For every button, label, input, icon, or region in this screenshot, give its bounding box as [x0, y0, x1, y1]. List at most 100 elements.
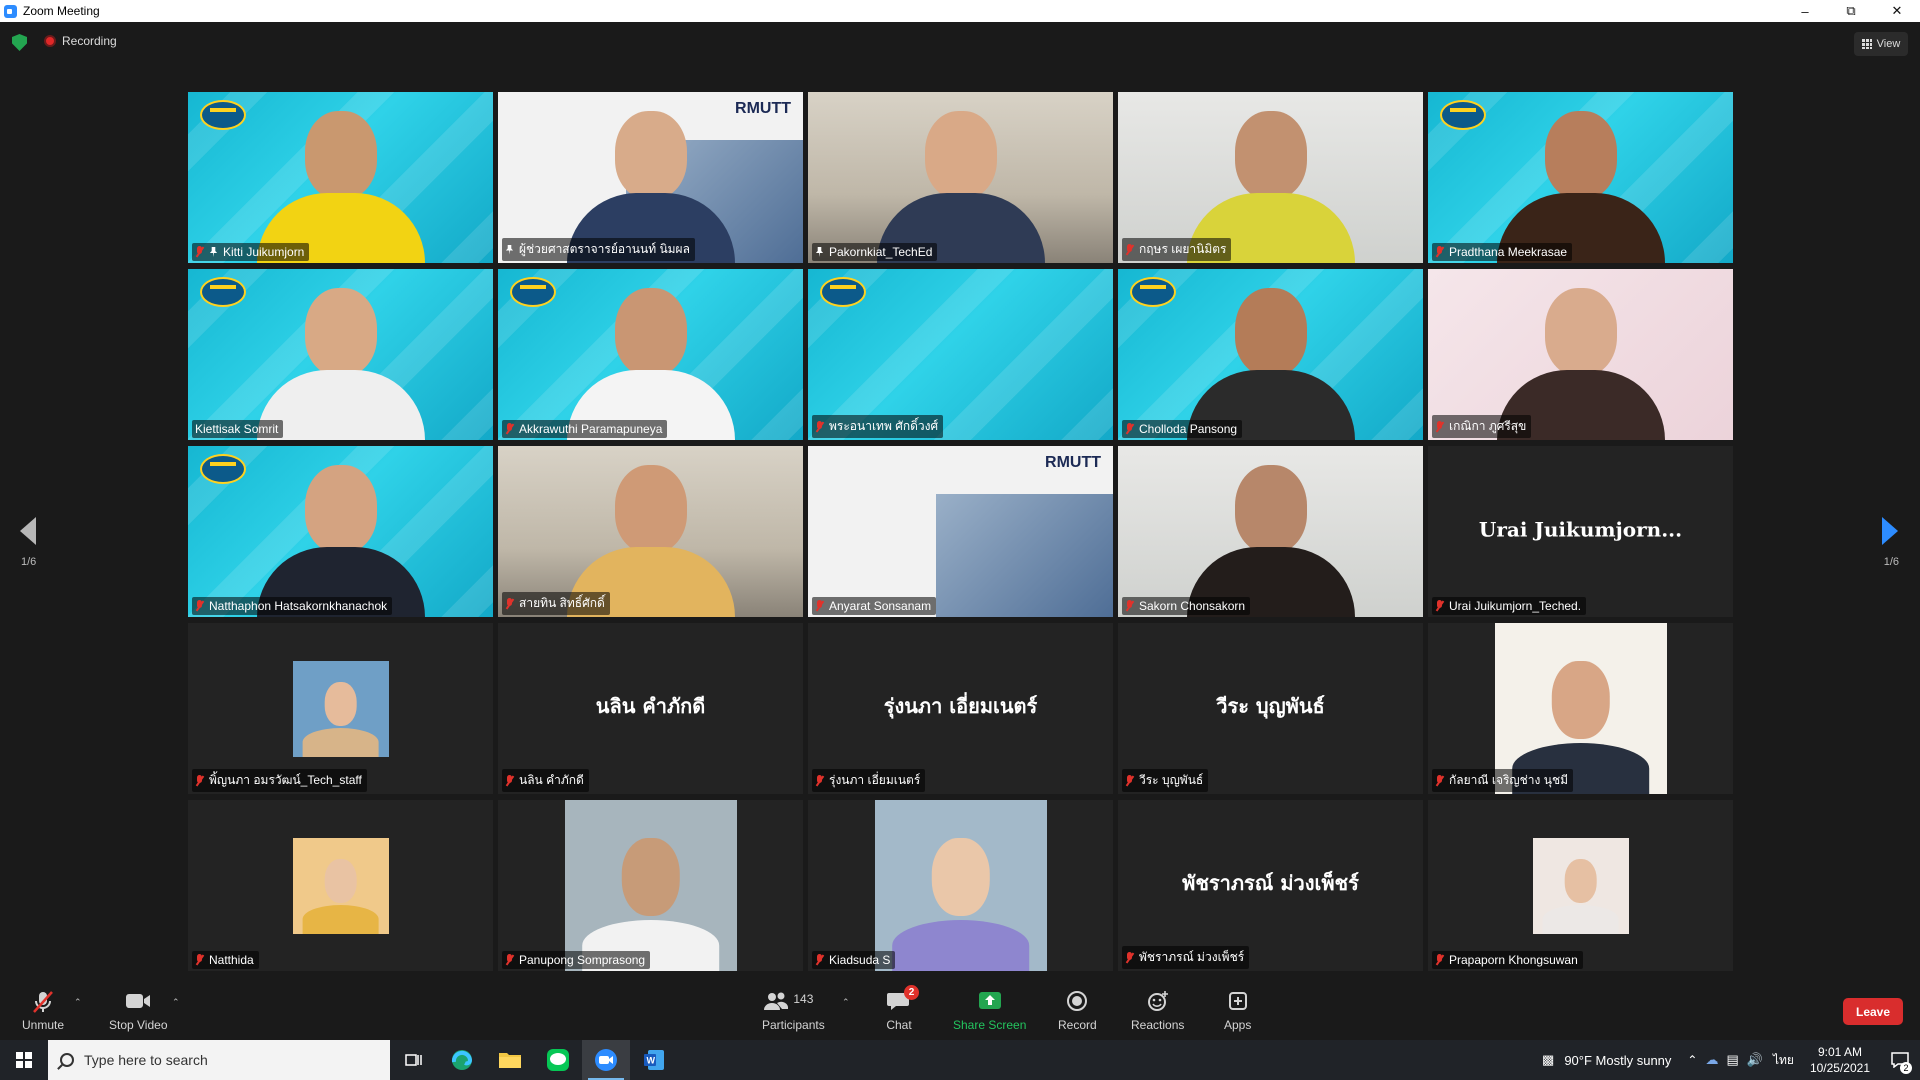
file-explorer-icon[interactable] — [486, 1040, 534, 1080]
participant-name: กัลยาณี เจริญช่าง นุชมี — [1449, 773, 1568, 787]
view-button[interactable]: View — [1854, 32, 1908, 56]
participant-person — [566, 288, 735, 440]
audio-options-caret-icon[interactable]: ⌃ — [74, 997, 82, 1008]
participant-tile[interactable]: วีระ บุญพันธ์ วีระ บุญพันธ์ — [1118, 623, 1423, 794]
event-logo-icon — [200, 277, 246, 307]
participant-tile[interactable]: พระอนาเทพ ศักดิ์วงศ์ — [808, 269, 1113, 440]
task-view-icon[interactable] — [390, 1040, 438, 1080]
mic-muted-icon — [815, 600, 824, 612]
word-app-icon[interactable]: W — [630, 1040, 678, 1080]
minimize-button[interactable]: – — [1782, 0, 1828, 22]
chat-button[interactable]: 2 Chat — [886, 985, 919, 1032]
video-options-caret-icon[interactable]: ⌃ — [172, 997, 180, 1008]
taskbar-clock[interactable]: 9:01 AM 10/25/2021 — [1810, 1044, 1870, 1076]
mic-muted-icon — [505, 597, 514, 610]
close-button[interactable]: ✕ — [1874, 0, 1920, 22]
notification-count: 2 — [1900, 1062, 1912, 1074]
svg-text:W: W — [647, 1056, 656, 1066]
edge-browser-icon[interactable] — [438, 1040, 486, 1080]
participants-label: Participants — [762, 1018, 825, 1032]
participant-tile[interactable]: Cholloda Pansong — [1118, 269, 1423, 440]
participant-tile[interactable]: Akkrawuthi Paramapuneya — [498, 269, 803, 440]
mic-muted-icon — [815, 954, 824, 966]
participant-name: พระอนาเทพ ศักดิ์วงศ์ — [829, 419, 939, 433]
previous-page-arrow-icon[interactable] — [20, 517, 36, 545]
participant-tile[interactable]: Urai Juikumjorn... Urai Juikumjorn_Teched… — [1428, 446, 1733, 617]
participant-tile[interactable]: กฤษร เผยานิมิตร — [1118, 92, 1423, 263]
pin-icon — [505, 244, 514, 255]
participant-name-label: กฤษร เผยานิมิตร — [1122, 238, 1232, 261]
weather-icon[interactable]: ▩ — [1542, 1052, 1554, 1068]
volume-icon[interactable]: 🔊 — [1747, 1052, 1763, 1068]
participant-tile[interactable]: RMUTT ผู้ช่วยศาสตราจารย์อานนท์ นิมผล — [498, 92, 803, 263]
participant-tile[interactable]: เกณิกา ภูศรีสุข — [1428, 269, 1733, 440]
participant-tile[interactable]: Kitti Juikumjorn — [188, 92, 493, 263]
network-icon[interactable]: ▤ — [1726, 1052, 1738, 1068]
show-hidden-icons-chevron-icon[interactable]: ⌃ — [1687, 1053, 1697, 1067]
participant-tile[interactable]: Kiadsuda S — [808, 800, 1113, 971]
participant-tile[interactable]: รุ่งนภา เอี่ยมเนตร์ รุ่งนภา เอี่ยมเนตร์ — [808, 623, 1113, 794]
apps-label: Apps — [1224, 1018, 1252, 1032]
participant-tile[interactable]: Pakornkiat_TechEd — [808, 92, 1113, 263]
next-page-arrow-icon[interactable] — [1882, 517, 1898, 545]
participants-button[interactable]: 143 Participants — [762, 991, 825, 1032]
event-logo-icon — [200, 454, 246, 484]
apps-button[interactable]: Apps — [1224, 991, 1251, 1032]
participant-name-label: กัลยาณี เจริญช่าง นุชมี — [1432, 769, 1573, 792]
participant-tile[interactable]: Prapaporn Khongsuwan — [1428, 800, 1733, 971]
security-shield-icon[interactable] — [12, 34, 27, 51]
participant-name-label: Pradthana Meekrasae — [1432, 243, 1573, 261]
windows-logo-icon — [16, 1052, 32, 1068]
grid-icon — [1861, 39, 1872, 49]
participant-tile[interactable]: Kiettisak Somrit — [188, 269, 493, 440]
start-button[interactable] — [0, 1040, 48, 1080]
participants-caret-icon[interactable]: ⌃ — [842, 997, 850, 1008]
participant-tile[interactable]: Natthaphon Hatsakornkhanachok — [188, 446, 493, 617]
share-screen-icon — [977, 991, 1003, 1011]
participant-name-label: Akkrawuthi Paramapuneya — [502, 420, 668, 438]
notification-center-icon[interactable]: 2 — [1880, 1040, 1920, 1080]
participant-tile[interactable]: สายทิน สิทธิ์ศักดิ์ — [498, 446, 803, 617]
participant-name: Prapaporn Khongsuwan — [1449, 953, 1578, 967]
participant-name-label: Natthida — [192, 951, 259, 969]
line-app-icon[interactable] — [534, 1040, 582, 1080]
participant-name-label: พัชราภรณ์ ม่วงเพ็ชร์ — [1122, 946, 1250, 969]
participant-tile[interactable]: Pradthana Meekrasae — [1428, 92, 1733, 263]
title-bar: Zoom Meeting – ⧉ ✕ — [0, 0, 1920, 22]
leave-button[interactable]: Leave — [1843, 998, 1903, 1025]
taskbar-search-box[interactable]: Type here to search — [48, 1040, 390, 1080]
event-logo-icon — [1440, 100, 1486, 130]
recording-indicator[interactable]: Recording — [44, 34, 117, 48]
restore-button[interactable]: ⧉ — [1828, 0, 1874, 22]
participant-name: เกณิกา ภูศรีสุข — [1449, 419, 1527, 433]
participant-name: Natthida — [209, 953, 254, 967]
zoom-app-icon — [4, 4, 17, 18]
participant-tile[interactable]: พิ้ญนภา อมรวัฒน์_Tech_staff — [188, 623, 493, 794]
participant-name: Sakorn Chonsakorn — [1139, 599, 1246, 613]
unmute-button[interactable]: Unmute — [22, 991, 64, 1032]
record-button[interactable]: Record — [1058, 991, 1097, 1032]
participant-tile[interactable]: กัลยาณี เจริญช่าง นุชมี — [1428, 623, 1733, 794]
onedrive-cloud-icon[interactable]: ☁ — [1705, 1052, 1718, 1068]
recording-label: Recording — [62, 34, 117, 48]
weather-text[interactable]: 90°F Mostly sunny — [1564, 1053, 1671, 1068]
participant-name: Urai Juikumjorn_Teched. — [1449, 599, 1582, 613]
participant-tile[interactable]: Sakorn Chonsakorn — [1118, 446, 1423, 617]
participant-tile[interactable]: Panupong Somprasong — [498, 800, 803, 971]
participant-tile[interactable]: พัชราภรณ์ ม่วงเพ็ชร์ พัชราภรณ์ ม่วงเพ็ชร์ — [1118, 800, 1423, 971]
share-screen-button[interactable]: Share Screen — [953, 991, 1026, 1032]
recording-dot-icon — [44, 35, 56, 47]
rmutt-logo-icon: RMUTT — [1045, 454, 1101, 471]
mic-muted-icon — [30, 991, 56, 1013]
zoom-taskbar-icon[interactable] — [582, 1040, 630, 1080]
input-language[interactable]: ไทย — [1773, 1051, 1794, 1070]
participant-name-label: ผู้ช่วยศาสตราจารย์อานนท์ นิมผล — [502, 238, 695, 261]
participant-tile[interactable]: RMUTT Anyarat Sonsanam — [808, 446, 1113, 617]
mic-muted-icon — [505, 423, 514, 435]
participant-tile[interactable]: นลิน คำภักดี นลิน คำภักดี — [498, 623, 803, 794]
stop-video-button[interactable]: Stop Video — [109, 991, 168, 1032]
reactions-smiley-icon — [1145, 991, 1171, 1011]
participant-tile[interactable]: Natthida — [188, 800, 493, 971]
participant-name: Anyarat Sonsanam — [829, 599, 932, 613]
reactions-button[interactable]: Reactions — [1131, 991, 1184, 1032]
